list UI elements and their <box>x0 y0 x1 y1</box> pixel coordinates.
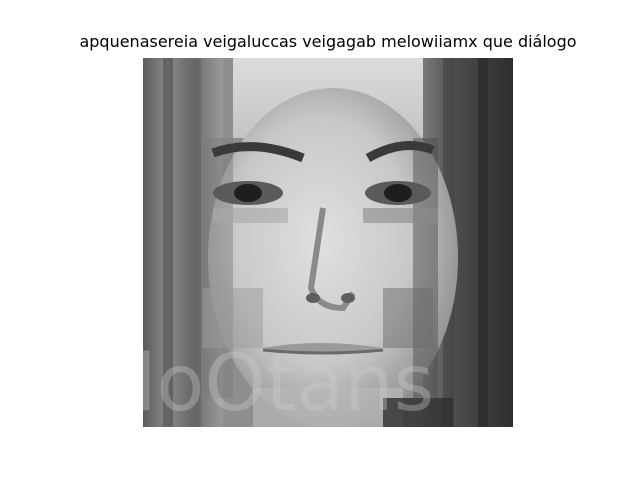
face-image-graphic: loOtans <box>143 58 513 427</box>
watermark: loOtans <box>143 339 434 427</box>
face-image: loOtans <box>143 58 513 427</box>
figure-title: apquenasereia veigaluccas veigagab melow… <box>79 32 577 51</box>
figure: apquenasereia veigaluccas veigagab melow… <box>0 0 640 480</box>
